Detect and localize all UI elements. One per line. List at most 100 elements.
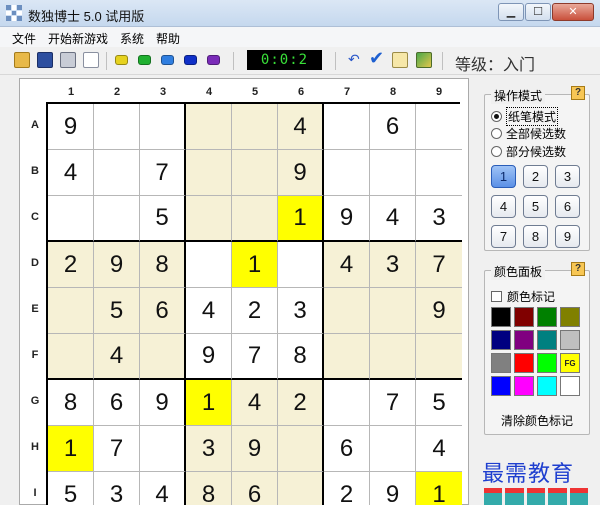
cell-f4[interactable]: 9: [186, 334, 232, 380]
cell-b4[interactable]: [186, 150, 232, 196]
cell-i2[interactable]: 3: [94, 472, 140, 505]
color-swatch[interactable]: FG: [560, 353, 580, 373]
cell-b1[interactable]: 4: [48, 150, 94, 196]
menu-new-game[interactable]: 开始新游戏: [42, 27, 114, 47]
cell-b8[interactable]: [370, 150, 416, 196]
print-icon[interactable]: [60, 52, 76, 68]
cell-d4[interactable]: [186, 242, 232, 288]
save-icon[interactable]: [37, 52, 53, 68]
cell-g6[interactable]: 2: [278, 380, 324, 426]
cell-d8[interactable]: 3: [370, 242, 416, 288]
cell-f1[interactable]: [48, 334, 94, 380]
copy-icon[interactable]: [392, 52, 408, 68]
cell-c7[interactable]: 9: [324, 196, 370, 242]
cell-d2[interactable]: 9: [94, 242, 140, 288]
radio-pen-mode[interactable]: 纸笔模式: [491, 107, 559, 126]
color-mark-checkbox[interactable]: [491, 291, 502, 302]
cell-g4[interactable]: 1: [186, 380, 232, 426]
cell-h7[interactable]: 6: [324, 426, 370, 472]
color-swatch[interactable]: [560, 376, 580, 396]
cell-a4[interactable]: [186, 104, 232, 150]
new-document-icon[interactable]: [83, 52, 99, 68]
color-swatch[interactable]: [537, 353, 557, 373]
color-help-icon[interactable]: ?: [571, 262, 585, 276]
cell-g8[interactable]: 7: [370, 380, 416, 426]
cell-d5[interactable]: 1: [232, 242, 278, 288]
color-button-navy[interactable]: [184, 55, 197, 65]
cell-c8[interactable]: 4: [370, 196, 416, 242]
color-swatch[interactable]: [560, 330, 580, 350]
cell-e1[interactable]: [48, 288, 94, 334]
cell-e4[interactable]: 4: [186, 288, 232, 334]
color-button-green[interactable]: [138, 55, 151, 65]
radio-all-candidates[interactable]: 全部候选数: [491, 125, 566, 142]
menu-file[interactable]: 文件: [6, 27, 42, 47]
cell-a7[interactable]: [324, 104, 370, 150]
cell-e7[interactable]: [324, 288, 370, 334]
maximize-button[interactable]: ☐: [525, 3, 551, 21]
cell-g3[interactable]: 9: [140, 380, 186, 426]
cell-g2[interactable]: 6: [94, 380, 140, 426]
mode-help-icon[interactable]: ?: [571, 86, 585, 100]
cell-h8[interactable]: [370, 426, 416, 472]
color-swatch[interactable]: [514, 353, 534, 373]
cell-a6[interactable]: 4: [278, 104, 324, 150]
cell-a1[interactable]: 9: [48, 104, 94, 150]
cell-d3[interactable]: 8: [140, 242, 186, 288]
cell-b7[interactable]: [324, 150, 370, 196]
clear-color-marks-button[interactable]: 清除颜色标记: [485, 412, 589, 429]
menu-help[interactable]: 帮助: [150, 27, 186, 47]
color-button-purple[interactable]: [207, 55, 220, 65]
cell-h3[interactable]: [140, 426, 186, 472]
number-button-8[interactable]: 8: [523, 225, 548, 248]
cell-e8[interactable]: [370, 288, 416, 334]
cell-i7[interactable]: 2: [324, 472, 370, 505]
close-button[interactable]: ✕: [552, 3, 594, 21]
cell-a9[interactable]: [416, 104, 462, 150]
color-swatch[interactable]: [491, 307, 511, 327]
cell-e5[interactable]: 2: [232, 288, 278, 334]
color-swatch[interactable]: [514, 307, 534, 327]
cell-g1[interactable]: 8: [48, 380, 94, 426]
cell-f9[interactable]: [416, 334, 462, 380]
cell-i3[interactable]: 4: [140, 472, 186, 505]
number-button-7[interactable]: 7: [491, 225, 516, 248]
number-button-3[interactable]: 3: [555, 165, 580, 188]
cell-a2[interactable]: [94, 104, 140, 150]
cell-i1[interactable]: 5: [48, 472, 94, 505]
cell-g7[interactable]: [324, 380, 370, 426]
color-button-blue[interactable]: [161, 55, 174, 65]
cell-h5[interactable]: 9: [232, 426, 278, 472]
radio-partial-candidates[interactable]: 部分候选数: [491, 143, 566, 160]
cell-h6[interactable]: [278, 426, 324, 472]
check-icon[interactable]: ✔: [369, 49, 385, 67]
color-swatch[interactable]: [491, 353, 511, 373]
number-button-4[interactable]: 4: [491, 195, 516, 218]
cell-f3[interactable]: [140, 334, 186, 380]
color-mark-checkbox-row[interactable]: 颜色标记: [491, 288, 555, 305]
cell-d6[interactable]: [278, 242, 324, 288]
color-swatch[interactable]: [491, 376, 511, 396]
color-swatch[interactable]: [537, 376, 557, 396]
cell-f5[interactable]: 7: [232, 334, 278, 380]
cell-d7[interactable]: 4: [324, 242, 370, 288]
cell-h1[interactable]: 1: [48, 426, 94, 472]
cell-b6[interactable]: 9: [278, 150, 324, 196]
open-folder-icon[interactable]: [14, 52, 30, 68]
cell-i8[interactable]: 9: [370, 472, 416, 505]
cell-c1[interactable]: [48, 196, 94, 242]
color-swatch[interactable]: [514, 376, 534, 396]
cell-g5[interactable]: 4: [232, 380, 278, 426]
minimize-button[interactable]: ▁: [498, 3, 524, 21]
cell-e9[interactable]: 9: [416, 288, 462, 334]
color-swatch[interactable]: [537, 307, 557, 327]
color-swatch[interactable]: [514, 330, 534, 350]
number-button-2[interactable]: 2: [523, 165, 548, 188]
color-swatch[interactable]: [560, 307, 580, 327]
cell-i6[interactable]: [278, 472, 324, 505]
cell-b3[interactable]: 7: [140, 150, 186, 196]
number-button-1[interactable]: 1: [491, 165, 516, 188]
cell-f6[interactable]: 8: [278, 334, 324, 380]
cell-b5[interactable]: [232, 150, 278, 196]
number-button-5[interactable]: 5: [523, 195, 548, 218]
